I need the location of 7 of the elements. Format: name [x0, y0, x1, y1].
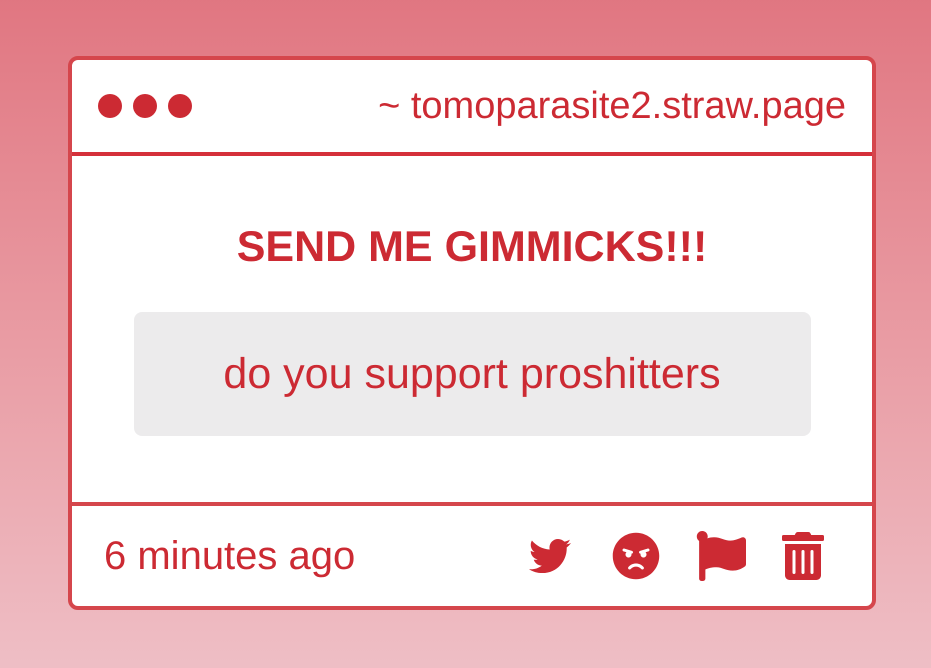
flag-icon[interactable] — [696, 531, 746, 581]
timestamp: 6 minutes ago — [104, 533, 356, 580]
page-url: ~ tomoparasite2.straw.page — [378, 84, 846, 129]
trash-icon[interactable] — [782, 532, 824, 580]
question-text: do you support proshitters — [223, 349, 721, 400]
angry-face-icon[interactable] — [612, 532, 660, 580]
page-title: SEND ME GIMMICKS!!! — [236, 222, 708, 272]
